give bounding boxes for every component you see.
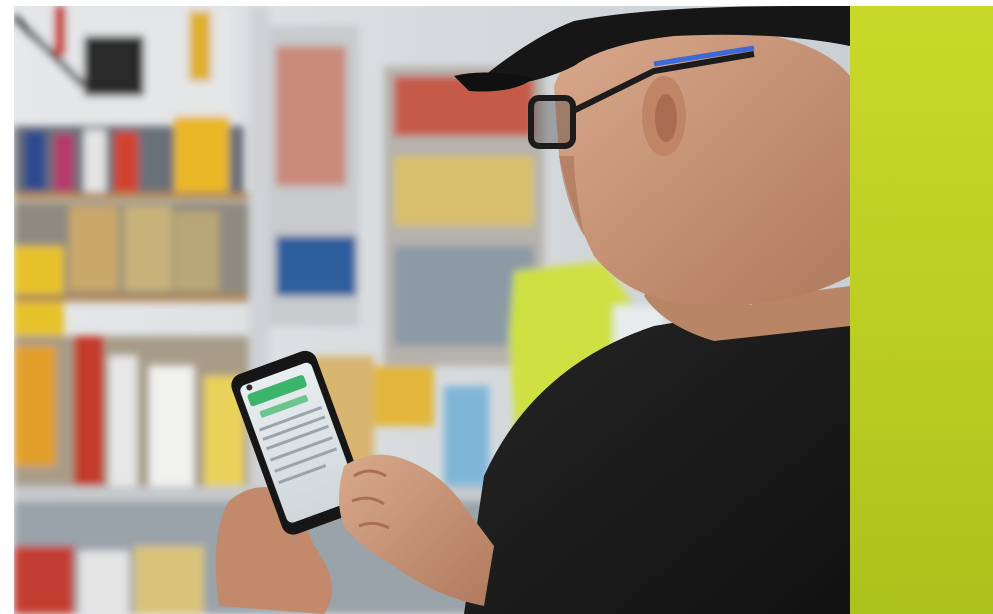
photo-illustration: [14, 6, 850, 614]
store-photo: [14, 6, 850, 614]
accent-color-panel: [850, 6, 993, 614]
